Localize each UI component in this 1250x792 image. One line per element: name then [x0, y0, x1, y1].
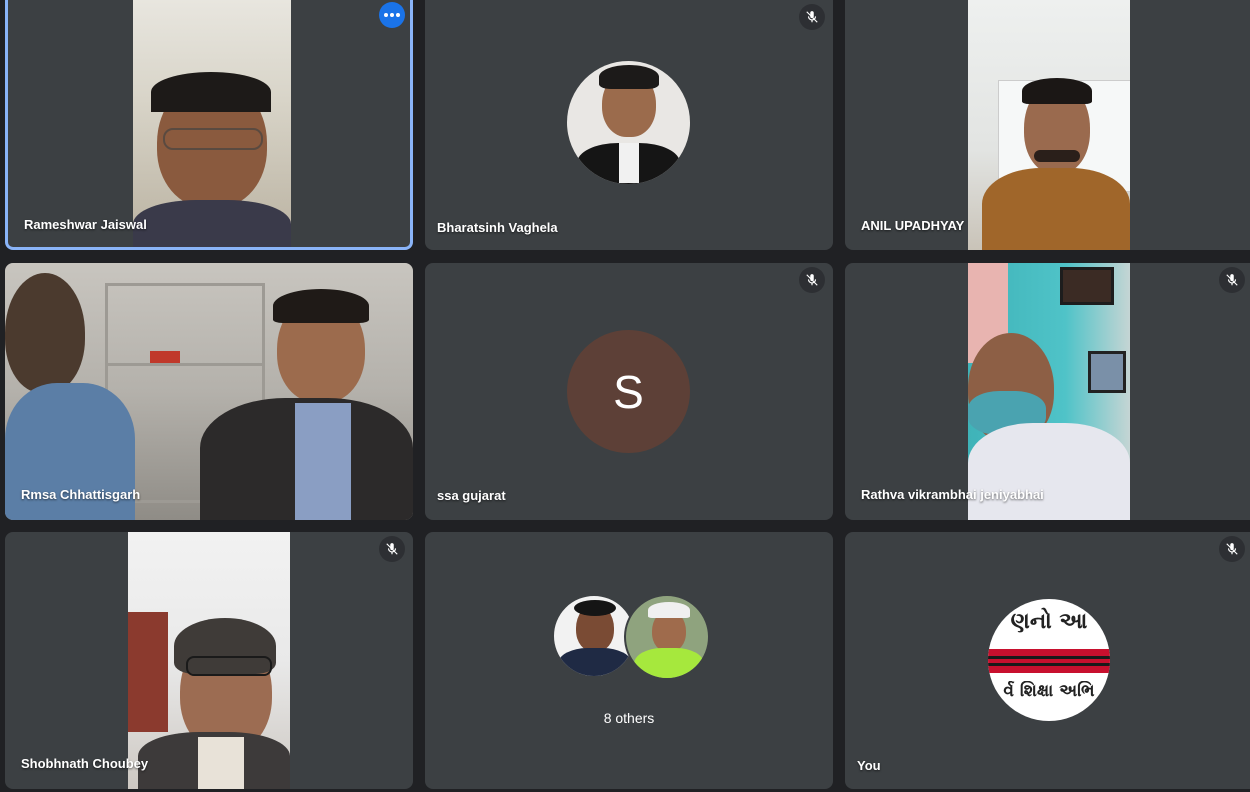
- participant-video: [968, 0, 1130, 250]
- participant-name: Rathva vikrambhai jeniyabhai: [861, 487, 1044, 502]
- participant-avatar: [567, 61, 690, 184]
- self-avatar: ણનો આ ર્વ શિક્ષા અભિ: [988, 599, 1110, 721]
- participant-name: Rmsa Chhattisgarh: [21, 487, 141, 502]
- other-participant-avatar: [624, 594, 710, 680]
- participant-name: Rameshwar Jaiswal: [24, 217, 147, 232]
- participant-video: [133, 0, 291, 247]
- participant-tile-shobhnath-choubey[interactable]: Shobhnath Choubey: [5, 532, 413, 789]
- participant-tile-others[interactable]: 8 others: [425, 532, 833, 789]
- participant-tile-bharatsinh-vaghela[interactable]: Bharatsinh Vaghela: [425, 0, 833, 250]
- participant-tile-rathva-vikrambhai[interactable]: Rathva vikrambhai jeniyabhai: [845, 263, 1250, 520]
- mic-off-icon: [1219, 536, 1245, 562]
- participant-tile-ssa-gujarat[interactable]: S ssa gujarat: [425, 263, 833, 520]
- participant-name: ANIL UPADHYAY: [861, 218, 965, 233]
- others-count: 8 others: [603, 710, 655, 726]
- mic-off-icon: [1219, 267, 1245, 293]
- avatar-text-bottom: ર્વ શિક્ષા અભિ: [1003, 681, 1095, 701]
- mic-off-icon: [379, 536, 405, 562]
- mic-off-icon: [799, 267, 825, 293]
- participant-tile-rameshwar-jaiswal[interactable]: Rameshwar Jaiswal: [5, 0, 413, 250]
- participant-tile-anil-upadhyay[interactable]: ANIL UPADHYAY: [845, 0, 1250, 250]
- avatar-text-top: ણનો આ: [1010, 609, 1088, 634]
- participant-tile-you[interactable]: ણનો આ ર્વ શિક્ષા અભિ You: [845, 532, 1250, 789]
- participant-name: You: [857, 758, 881, 773]
- avatar-initial: S: [613, 365, 644, 418]
- participant-video: [128, 532, 290, 789]
- initial-avatar: S: [567, 330, 690, 453]
- more-options-icon[interactable]: [379, 2, 405, 28]
- mic-off-icon: [799, 4, 825, 30]
- participant-video: [5, 263, 413, 520]
- participant-tile-rmsa-chhattisgarh[interactable]: Rmsa Chhattisgarh: [5, 263, 413, 520]
- participant-video: [968, 263, 1130, 520]
- participant-name: ssa gujarat: [437, 488, 506, 503]
- participant-name: Bharatsinh Vaghela: [437, 220, 558, 235]
- participant-name: Shobhnath Choubey: [21, 756, 149, 771]
